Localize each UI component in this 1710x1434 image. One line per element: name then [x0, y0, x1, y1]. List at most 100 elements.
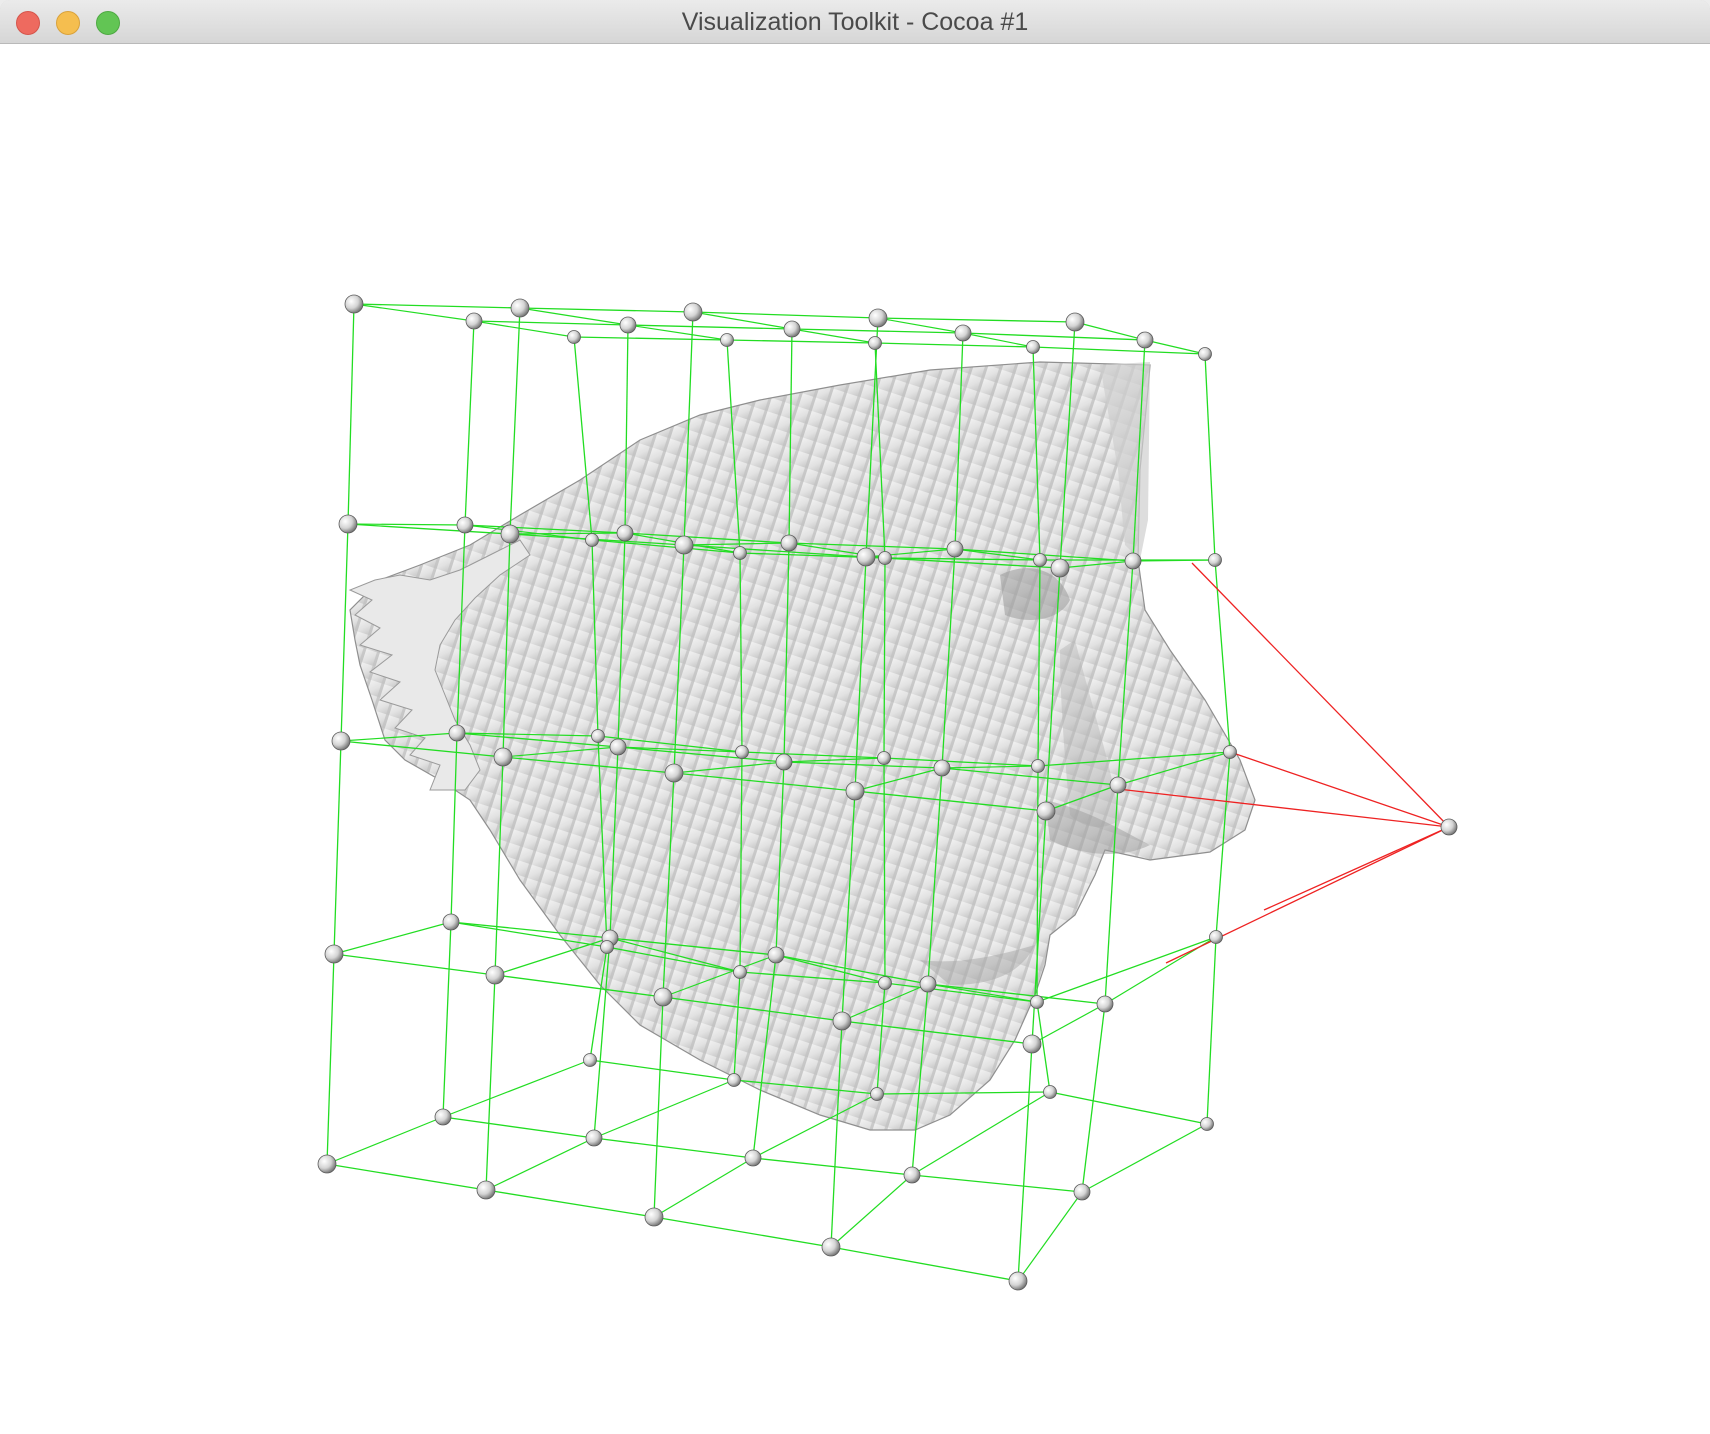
lattice-handle[interactable]	[878, 551, 892, 565]
lattice-handle[interactable]	[1030, 995, 1044, 1009]
lattice-handle[interactable]	[1124, 552, 1142, 570]
app-window: Visualization Toolkit - Cocoa #1	[0, 0, 1710, 1434]
lattice-handle[interactable]	[683, 302, 703, 322]
lattice-handle[interactable]	[344, 294, 364, 314]
lattice-handle[interactable]	[780, 534, 798, 552]
lattice-handle[interactable]	[493, 747, 513, 767]
lattice-handle[interactable]	[585, 1129, 603, 1147]
lattice-handle[interactable]	[609, 738, 627, 756]
lattice-handle[interactable]	[510, 298, 530, 318]
lattice-handle[interactable]	[720, 333, 734, 347]
lattice-edge	[1031, 1003, 1106, 1045]
lattice-handle[interactable]	[868, 336, 882, 350]
lattice-handle[interactable]	[600, 940, 614, 954]
lattice-handle[interactable]	[733, 546, 747, 560]
lattice-handle[interactable]	[1050, 558, 1070, 578]
lattice-handle[interactable]	[878, 976, 892, 990]
lattice-handle[interactable]	[331, 731, 351, 751]
lattice-handle[interactable]	[442, 913, 460, 931]
lattice-handle[interactable]	[1036, 801, 1056, 821]
lattice-handle[interactable]	[674, 535, 694, 555]
lattice-edge	[509, 307, 521, 535]
lattice-edge	[1206, 936, 1217, 1125]
lattice-handle[interactable]	[664, 763, 684, 783]
lattice-handle[interactable]	[1096, 995, 1114, 1013]
lattice-edge	[593, 1079, 735, 1139]
lattice-handle[interactable]	[567, 330, 581, 344]
lattice-handle[interactable]	[434, 1108, 452, 1126]
lattice-handle[interactable]	[1223, 745, 1237, 759]
lattice-handle[interactable]	[735, 745, 749, 759]
lattice-handle[interactable]	[919, 975, 937, 993]
lattice-handle[interactable]	[616, 524, 634, 542]
lattice-edge	[333, 921, 452, 955]
lattice-handle[interactable]	[619, 316, 637, 334]
lattice-edge	[326, 953, 335, 1165]
lattice-handle[interactable]	[877, 751, 891, 765]
lattice-handle[interactable]	[832, 1011, 852, 1031]
lattice-handle[interactable]	[465, 312, 483, 330]
lattice-edge	[830, 1174, 913, 1248]
lattice-handle[interactable]	[1200, 1117, 1214, 1131]
lattice-handle[interactable]	[583, 1053, 597, 1067]
lattice-handle[interactable]	[783, 320, 801, 338]
lattice-edge	[333, 953, 496, 976]
lattice-edge	[519, 307, 694, 313]
lattice-handle[interactable]	[845, 781, 865, 801]
lattice-handle[interactable]	[1198, 347, 1212, 361]
lattice-handle[interactable]	[954, 324, 972, 342]
lattice-handle[interactable]	[821, 1237, 841, 1257]
lattice-handle[interactable]	[1065, 312, 1085, 332]
lattice-handle[interactable]	[1033, 553, 1047, 567]
lattice-handle[interactable]	[476, 1180, 496, 1200]
lattice-handle[interactable]	[1109, 776, 1127, 794]
lattice-handle[interactable]	[1073, 1183, 1091, 1201]
lattice-handle[interactable]	[1008, 1271, 1028, 1291]
lattice-handle[interactable]	[500, 524, 520, 544]
lattice-handle[interactable]	[856, 547, 876, 567]
lattice-handle[interactable]	[338, 514, 358, 534]
lattice-handle[interactable]	[933, 759, 951, 777]
lattice-handle[interactable]	[1022, 1034, 1042, 1054]
lattice-handle[interactable]	[324, 944, 344, 964]
lattice-handle[interactable]	[727, 1073, 741, 1087]
lattice-edge	[485, 974, 496, 1191]
lattice-handle[interactable]	[744, 1149, 762, 1167]
lattice-edge	[1081, 1123, 1208, 1193]
lattice-handle[interactable]	[733, 965, 747, 979]
lattice-handle[interactable]	[485, 965, 505, 985]
lattice-handle[interactable]	[585, 533, 599, 547]
lattice-handle[interactable]	[644, 1207, 664, 1227]
lattice-edge	[442, 1116, 595, 1139]
lattice-edge	[464, 320, 475, 526]
lattice-handle[interactable]	[868, 308, 888, 328]
title-bar[interactable]: Visualization Toolkit - Cocoa #1	[0, 0, 1710, 44]
lattice-handle[interactable]	[448, 724, 466, 742]
lattice-handle[interactable]	[870, 1087, 884, 1101]
lattice-handle[interactable]	[317, 1154, 337, 1174]
highlight-edge	[1263, 826, 1450, 911]
render-viewport[interactable]	[0, 44, 1710, 1434]
lattice-edge	[485, 1137, 595, 1191]
render-canvas[interactable]	[0, 44, 1710, 1434]
lattice-handle[interactable]	[946, 540, 964, 558]
lattice-edge	[333, 740, 342, 955]
lattice-edge	[1036, 936, 1217, 1003]
lattice-handle[interactable]	[591, 729, 605, 743]
lattice-edge	[653, 1216, 832, 1248]
window-title: Visualization Toolkit - Cocoa #1	[681, 8, 1029, 36]
lattice-handle[interactable]	[1026, 340, 1040, 354]
lattice-handle[interactable]	[1136, 331, 1154, 349]
lattice-edge	[1204, 353, 1216, 561]
lattice-handle[interactable]	[1209, 930, 1223, 944]
lattice-handle[interactable]	[767, 946, 785, 964]
lattice-handle[interactable]	[1031, 759, 1045, 773]
lattice-handle[interactable]	[1208, 553, 1222, 567]
lattice-handle[interactable]	[653, 987, 673, 1007]
lattice-handle[interactable]	[775, 753, 793, 771]
lattice-handle[interactable]	[1043, 1085, 1057, 1099]
lattice-handle[interactable]	[1440, 818, 1458, 836]
lattice-edge	[1081, 1003, 1106, 1193]
lattice-handle[interactable]	[903, 1166, 921, 1184]
lattice-handle[interactable]	[456, 516, 474, 534]
